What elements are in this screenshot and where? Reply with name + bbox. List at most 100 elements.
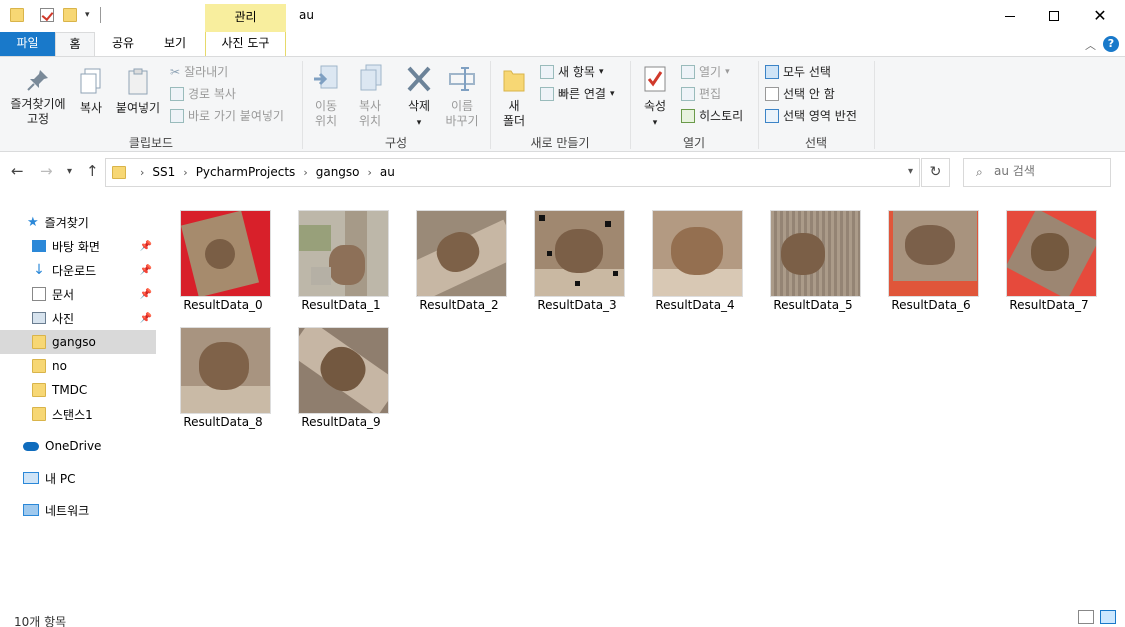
file-name: ResultData_1 — [301, 298, 381, 312]
file-item[interactable]: ResultData_2 — [405, 200, 509, 316]
refresh-button[interactable]: ↻ — [921, 158, 950, 187]
file-item[interactable]: ResultData_6 — [877, 200, 981, 316]
title-bar: ▾ 관리 au ✕ — [0, 0, 1125, 32]
file-item[interactable]: ResultData_4 — [641, 200, 745, 316]
search-input[interactable] — [994, 164, 1104, 178]
file-item[interactable]: ResultData_1 — [287, 200, 391, 316]
navigation-pane: ★ 즐겨찾기 바탕 화면 📌 ↓ 다운로드 📌 문서 📌 사진 📌 gangso — [0, 200, 158, 605]
sidebar-item-documents[interactable]: 문서 📌 — [0, 282, 156, 306]
tab-share[interactable]: 공유 — [100, 32, 146, 56]
file-item[interactable]: ResultData_8 — [169, 317, 273, 433]
address-bar[interactable]: › SS1 › PycharmProjects › gangso › au ▾ — [105, 158, 920, 187]
paste-shortcut-button[interactable]: 바로 가기 붙여넣기 — [170, 107, 284, 124]
properties-button[interactable]: 속성 ▾ — [636, 63, 674, 131]
crumb-pycharmprojects[interactable]: PycharmProjects — [196, 165, 296, 179]
context-tab-manage[interactable]: 관리 — [205, 4, 286, 32]
chevron-right-icon[interactable]: › — [140, 166, 144, 179]
close-button[interactable]: ✕ — [1077, 0, 1123, 32]
sidebar-item-quick-access[interactable]: ★ 즐겨찾기 — [0, 210, 156, 234]
close-icon: ✕ — [1093, 6, 1107, 25]
crumb-gangso[interactable]: gangso — [316, 165, 360, 179]
large-icons-view-icon[interactable] — [1100, 610, 1116, 624]
copy-to-label: 복사 위치 — [358, 99, 382, 128]
back-arrow-icon[interactable]: ← — [11, 162, 24, 180]
new-folder-icon[interactable] — [63, 8, 77, 22]
sidebar-item-desktop[interactable]: 바탕 화면 📌 — [0, 234, 156, 258]
properties-label: 속성 — [643, 99, 667, 113]
sidebar-item-network[interactable]: 네트워크 — [0, 498, 156, 522]
move-to-button[interactable]: 이동 위치 — [306, 63, 346, 129]
recent-locations-icon[interactable]: ▾ — [67, 166, 72, 177]
invert-selection-label: 선택 영역 반전 — [783, 109, 857, 123]
up-arrow-icon[interactable]: ↑ — [86, 162, 99, 180]
help-icon[interactable]: ? — [1103, 36, 1119, 52]
folder-icon — [32, 335, 46, 349]
new-item-button[interactable]: 새 항목 ▾ — [540, 63, 603, 80]
easy-access-icon — [540, 86, 554, 101]
tab-home[interactable]: 홈 — [55, 32, 95, 57]
invert-selection-button[interactable]: 선택 영역 반전 — [765, 107, 857, 124]
file-name: ResultData_4 — [655, 298, 735, 312]
maximize-button[interactable] — [1031, 0, 1077, 32]
sidebar-item-pictures[interactable]: 사진 📌 — [0, 306, 156, 330]
select-all-label: 모두 선택 — [783, 65, 831, 79]
file-item[interactable]: ResultData_7 — [995, 200, 1099, 316]
delete-dropdown-icon[interactable]: ▾ — [417, 118, 422, 128]
chevron-right-icon[interactable]: › — [303, 166, 307, 179]
collapse-ribbon-icon[interactable]: ︿ — [1085, 37, 1096, 53]
easy-access-label: 빠른 연결 — [558, 87, 606, 101]
pictures-icon — [32, 312, 46, 324]
chevron-right-icon[interactable]: › — [368, 166, 372, 179]
forward-arrow-icon[interactable]: → — [40, 162, 53, 180]
tab-photo-tools[interactable]: 사진 도구 — [205, 32, 286, 56]
file-item[interactable]: ResultData_9 — [287, 317, 391, 433]
paste-button[interactable]: 붙여넣기 — [113, 67, 163, 116]
select-none-button[interactable]: 선택 안 함 — [765, 85, 835, 102]
open-button[interactable]: 열기 ▾ — [681, 63, 730, 80]
new-folder-button[interactable]: 새 폴더 — [496, 63, 532, 129]
sidebar-item-stance1[interactable]: 스탠스1 — [0, 402, 156, 426]
sidebar-item-tmdc[interactable]: TMDC — [0, 378, 156, 402]
copy-path-button[interactable]: 경로 복사 — [170, 85, 236, 102]
open-label: 열기 — [699, 65, 722, 79]
quick-access-dropdown-icon[interactable]: ▾ — [85, 10, 90, 20]
file-item[interactable]: ResultData_3 — [523, 200, 627, 316]
minimize-button[interactable] — [987, 0, 1033, 32]
pin-icon — [27, 70, 48, 91]
rename-button[interactable]: 이름 바꾸기 — [442, 63, 482, 129]
ribbon: 즐겨찾기에 고정 복사 붙여넣기 ✂ 잘라내기 경로 복사 바로 가기 붙여넣기 … — [0, 56, 1125, 152]
search-box[interactable]: ⌕ — [963, 158, 1111, 187]
folder-icon — [10, 8, 24, 22]
sidebar-item-this-pc[interactable]: 내 PC — [0, 466, 156, 490]
minimize-icon — [1005, 15, 1015, 17]
select-none-label: 선택 안 함 — [783, 87, 835, 101]
new-item-label: 새 항목 — [558, 65, 595, 79]
properties-dropdown-icon[interactable]: ▾ — [653, 118, 658, 128]
crumb-au[interactable]: au — [380, 165, 395, 179]
ribbon-tabs: 파일 홈 공유 보기 사진 도구 ︿ — [0, 32, 1125, 57]
edit-button[interactable]: 편집 — [681, 85, 721, 102]
sidebar-item-onedrive[interactable]: OneDrive — [0, 434, 156, 458]
sidebar-item-no[interactable]: no — [0, 354, 156, 378]
address-dropdown-icon[interactable]: ▾ — [908, 166, 913, 177]
sidebar-item-gangso[interactable]: gangso — [0, 330, 156, 354]
cut-button[interactable]: ✂ 잘라내기 — [170, 63, 228, 80]
properties-check-icon[interactable] — [40, 8, 54, 22]
tab-file[interactable]: 파일 — [0, 32, 55, 56]
details-view-icon[interactable] — [1078, 610, 1094, 624]
sidebar-item-downloads[interactable]: ↓ 다운로드 📌 — [0, 258, 156, 282]
crumb-ss1[interactable]: SS1 — [152, 165, 175, 179]
easy-access-button[interactable]: 빠른 연결 ▾ — [540, 85, 615, 102]
select-all-button[interactable]: 모두 선택 — [765, 63, 831, 80]
copy-to-button[interactable]: 복사 위치 — [350, 63, 390, 129]
delete-button[interactable]: 삭제 ▾ — [400, 63, 438, 131]
sidebar-item-label: 다운로드 — [52, 263, 97, 278]
history-button[interactable]: 히스토리 — [681, 107, 743, 124]
chevron-right-icon[interactable]: › — [183, 166, 187, 179]
file-item[interactable]: ResultData_5 — [759, 200, 863, 316]
copy-button[interactable]: 복사 — [74, 67, 108, 116]
file-item[interactable]: ResultData_0 — [169, 200, 273, 316]
sidebar-item-label: gangso — [52, 335, 96, 349]
pin-quick-access-button[interactable]: 즐겨찾기에 고정 — [6, 67, 70, 127]
tab-view[interactable]: 보기 — [152, 32, 198, 56]
